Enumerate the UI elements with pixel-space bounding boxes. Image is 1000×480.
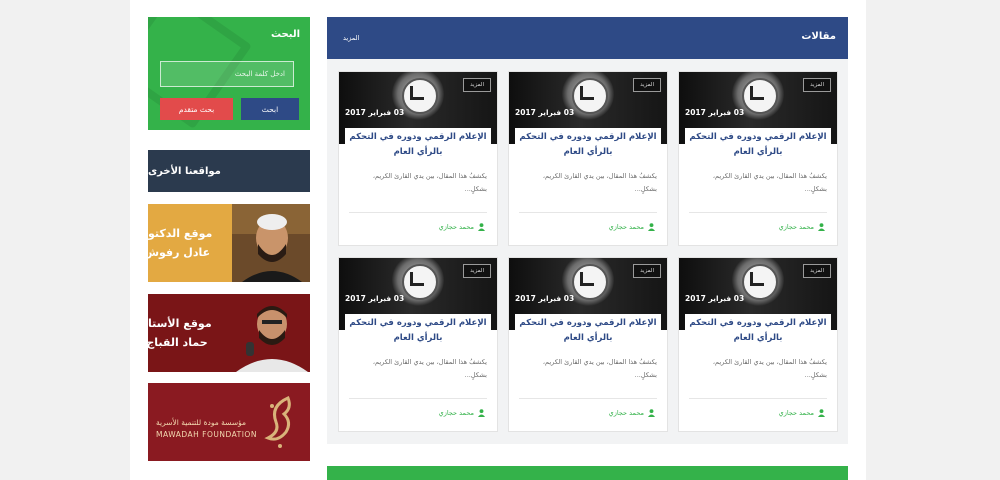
- next-section-header: [327, 466, 848, 480]
- article-title[interactable]: الإعلام الرقمي ودوره في التحكم بالرأي ال…: [345, 128, 491, 160]
- user-icon: [648, 223, 655, 231]
- article-title[interactable]: الإعلام الرقمي ودوره في التحكم بالرأي ال…: [685, 128, 831, 160]
- article-author[interactable]: محمد حجازي: [439, 409, 485, 417]
- search-widget: البحث ابحث بحث متقدم: [148, 17, 310, 130]
- article-card[interactable]: المزيد 03 فبراير 2017 الإعلام الرقمي ودو…: [508, 257, 668, 432]
- banner-text: موقع الأستاذ حماد القباج: [148, 317, 212, 349]
- divider: [349, 398, 487, 399]
- article-date: 03 فبراير 2017: [345, 108, 405, 117]
- article-title[interactable]: الإعلام الرقمي ودوره في التحكم بالرأي ال…: [345, 314, 491, 346]
- search-title: البحث: [270, 29, 300, 40]
- author-name: محمد حجازي: [778, 223, 814, 231]
- article-card[interactable]: المزيد 03 فبراير 2017 الإعلام الرقمي ودو…: [678, 257, 838, 432]
- read-more-tag[interactable]: المزيد: [463, 264, 491, 278]
- divider: [519, 398, 657, 399]
- article-author[interactable]: محمد حجازي: [779, 223, 825, 231]
- search-button[interactable]: ابحث: [241, 98, 299, 120]
- article-title[interactable]: الإعلام الرقمي ودوره في التحكم بالرأي ال…: [515, 314, 661, 346]
- author-name: محمد حجازي: [438, 409, 474, 417]
- banner-adel-rafoush[interactable]: موقع الدكتور عادل رفوش: [148, 204, 310, 282]
- banner-mawadah-foundation[interactable]: مؤسسة مودة للتنمية الأسرية MAWADAH FOUND…: [148, 383, 310, 461]
- read-more-tag[interactable]: المزيد: [803, 264, 831, 278]
- article-card[interactable]: المزيد 03 فبراير 2017 الإعلام الرقمي ودو…: [338, 71, 498, 246]
- mawadah-english-name: MAWADAH FOUNDATION: [156, 430, 257, 439]
- read-more-tag[interactable]: المزيد: [463, 78, 491, 92]
- article-card[interactable]: المزيد 03 فبراير 2017 الإعلام الرقمي ودو…: [678, 71, 838, 246]
- article-author[interactable]: محمد حجازي: [609, 409, 655, 417]
- article-card[interactable]: المزيد 03 فبراير 2017 الإعلام الرقمي ودو…: [338, 257, 498, 432]
- portrait-image: [232, 204, 310, 282]
- article-author[interactable]: محمد حجازي: [609, 223, 655, 231]
- article-title[interactable]: الإعلام الرقمي ودوره في التحكم بالرأي ال…: [685, 314, 831, 346]
- article-excerpt: يكشفُ هذا المقال، بين يدي القارئ الكريم،…: [712, 172, 827, 193]
- article-date: 03 فبراير 2017: [515, 294, 575, 303]
- articles-header: مقالات المزيد: [327, 17, 848, 59]
- divider: [689, 398, 827, 399]
- banner-text: موقع الدكتور عادل رفوش: [148, 227, 213, 259]
- portrait-image: [232, 294, 310, 372]
- author-name: محمد حجازي: [778, 409, 814, 417]
- read-more-tag[interactable]: المزيد: [633, 78, 661, 92]
- user-icon: [818, 409, 825, 417]
- search-input[interactable]: [160, 61, 294, 87]
- read-more-tag[interactable]: المزيد: [803, 78, 831, 92]
- read-more-tag[interactable]: المزيد: [633, 264, 661, 278]
- article-date: 03 فبراير 2017: [515, 108, 575, 117]
- divider: [349, 212, 487, 213]
- other-sites-title: مواقعنا الأخرى: [148, 150, 310, 192]
- divider: [519, 212, 657, 213]
- article-title[interactable]: الإعلام الرقمي ودوره في التحكم بالرأي ال…: [515, 128, 661, 160]
- author-name: محمد حجازي: [438, 223, 474, 231]
- user-icon: [478, 409, 485, 417]
- article-excerpt: يكشفُ هذا المقال، بين يدي القارئ الكريم،…: [542, 358, 657, 379]
- article-author[interactable]: محمد حجازي: [779, 409, 825, 417]
- mawadah-arabic-name: مؤسسة مودة للتنمية الأسرية: [156, 418, 247, 427]
- user-icon: [478, 223, 485, 231]
- user-icon: [648, 409, 655, 417]
- article-excerpt: يكشفُ هذا المقال، بين يدي القارئ الكريم،…: [372, 172, 487, 193]
- user-icon: [818, 223, 825, 231]
- more-link[interactable]: المزيد: [343, 34, 359, 42]
- article-author[interactable]: محمد حجازي: [439, 223, 485, 231]
- article-card[interactable]: المزيد 03 فبراير 2017 الإعلام الرقمي ودو…: [508, 71, 668, 246]
- article-excerpt: يكشفُ هذا المقال، بين يدي القارئ الكريم،…: [542, 172, 657, 193]
- article-date: 03 فبراير 2017: [345, 294, 405, 303]
- article-excerpt: يكشفُ هذا المقال، بين يدي القارئ الكريم،…: [372, 358, 487, 379]
- author-name: محمد حجازي: [608, 223, 644, 231]
- author-name: محمد حجازي: [608, 409, 644, 417]
- mawadah-logo-icon: [264, 395, 291, 448]
- article-date: 03 فبراير 2017: [685, 108, 745, 117]
- banner-hammad-qabbaj[interactable]: موقع الأستاذ حماد القباج: [148, 294, 310, 372]
- article-excerpt: يكشفُ هذا المقال، بين يدي القارئ الكريم،…: [712, 358, 827, 379]
- article-date: 03 فبراير 2017: [685, 294, 745, 303]
- advanced-search-button[interactable]: بحث متقدم: [160, 98, 233, 120]
- section-title: مقالات: [801, 31, 836, 42]
- divider: [689, 212, 827, 213]
